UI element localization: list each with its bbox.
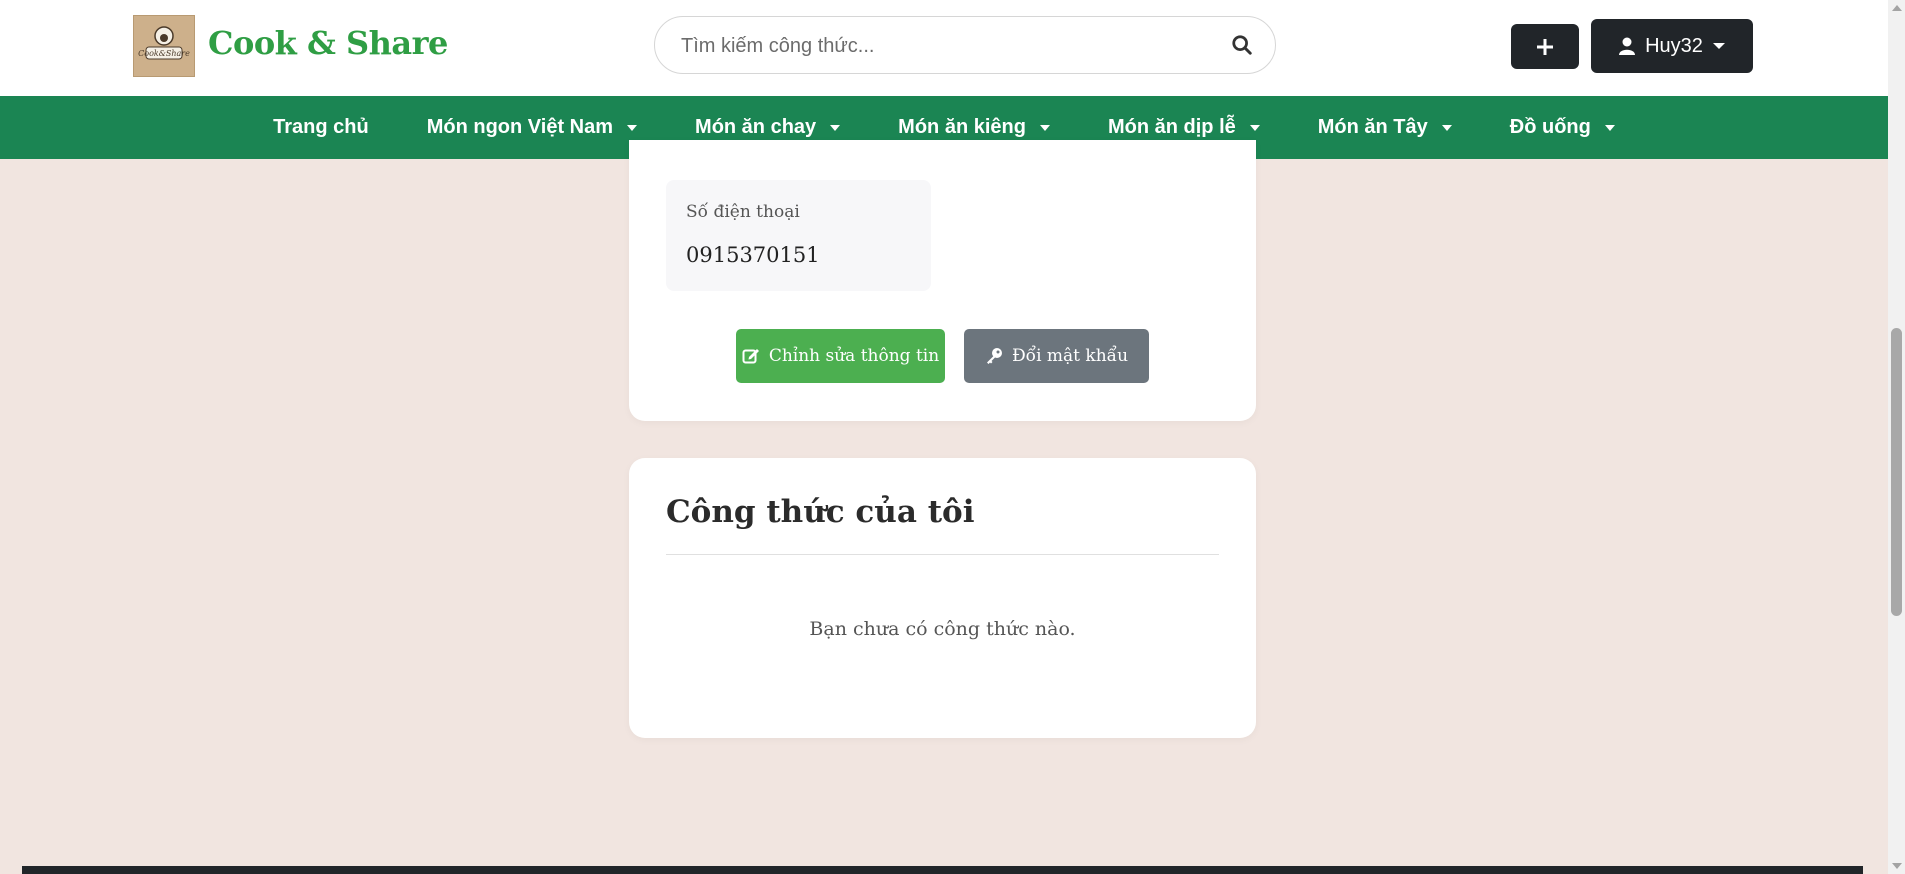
nav-item-vietnamese[interactable]: Món ngon Việt Nam bbox=[426, 116, 638, 139]
chevron-down-icon bbox=[1249, 124, 1260, 131]
user-icon bbox=[1619, 37, 1636, 55]
change-password-label: Đổi mật khẩu bbox=[1011, 346, 1129, 366]
footer bbox=[22, 866, 1863, 874]
nav-item-label: Đồ uống bbox=[1509, 116, 1591, 138]
chevron-down-icon bbox=[1039, 124, 1050, 131]
nav-item-western[interactable]: Món ăn Tây bbox=[1318, 116, 1452, 139]
phone-value: 0915370151 bbox=[686, 243, 820, 267]
nav-item-vegetarian[interactable]: Món ăn chay bbox=[695, 116, 841, 139]
phone-label: Số điện thoại bbox=[686, 202, 800, 222]
user-menu-button[interactable]: Huy32 bbox=[1591, 19, 1753, 73]
scroll-down-arrow-icon[interactable] bbox=[1892, 863, 1902, 869]
nav-item-label: Món ăn dịp lễ bbox=[1107, 116, 1236, 138]
search-icon[interactable] bbox=[1231, 34, 1253, 56]
plus-icon bbox=[1537, 38, 1553, 55]
empty-recipes-message: Bạn chưa có công thức nào. bbox=[809, 618, 1076, 640]
chef-logo-icon: Cook&Share bbox=[138, 26, 190, 60]
logo[interactable]: Cook&Share bbox=[133, 15, 195, 77]
divider bbox=[666, 554, 1219, 555]
nav-item-home[interactable]: Trang chủ bbox=[273, 116, 369, 139]
page-scrollbar[interactable] bbox=[1888, 0, 1905, 874]
chevron-down-icon bbox=[1441, 124, 1452, 131]
key-icon bbox=[986, 348, 1002, 364]
my-recipes-title: Công thức của tôi bbox=[666, 494, 975, 530]
nav-item-holiday[interactable]: Món ăn dịp lễ bbox=[1108, 116, 1260, 139]
profile-card: Số điện thoại 0915370151 Chỉnh sửa thông… bbox=[629, 140, 1256, 421]
username: Huy32 bbox=[1645, 34, 1703, 57]
nav-item-drinks[interactable]: Đồ uống bbox=[1510, 116, 1615, 139]
nav-item-label: Trang chủ bbox=[273, 116, 369, 138]
edit-icon bbox=[742, 349, 759, 364]
add-recipe-button[interactable] bbox=[1511, 24, 1579, 69]
chevron-down-icon bbox=[830, 124, 841, 131]
edit-profile-button[interactable]: Chỉnh sửa thông tin bbox=[736, 329, 945, 383]
header: Cook&Share Cook & Share Huy32 bbox=[0, 0, 1888, 96]
change-password-button[interactable]: Đổi mật khẩu bbox=[964, 329, 1149, 383]
chevron-down-icon bbox=[627, 124, 638, 131]
nav-item-label: Món ăn chay bbox=[695, 116, 817, 138]
nav-item-label: Món ngon Việt Nam bbox=[426, 116, 614, 138]
nav-item-label: Món ăn kiêng bbox=[898, 116, 1026, 138]
phone-info-box: Số điện thoại 0915370151 bbox=[666, 180, 931, 291]
chevron-down-icon bbox=[1712, 43, 1725, 49]
my-recipes-card: Công thức của tôi Bạn chưa có công thức … bbox=[629, 458, 1256, 738]
edit-profile-label: Chỉnh sửa thông tin bbox=[768, 346, 940, 366]
search-bar bbox=[654, 16, 1276, 75]
search-input[interactable] bbox=[679, 17, 1203, 75]
logo-text: Cook&Share bbox=[138, 49, 190, 58]
nav-item-label: Món ăn Tây bbox=[1317, 116, 1428, 138]
brand-name[interactable]: Cook & Share bbox=[208, 24, 448, 62]
scrollbar-thumb[interactable] bbox=[1891, 328, 1902, 616]
scroll-up-arrow-icon[interactable] bbox=[1892, 5, 1902, 11]
nav-item-diet[interactable]: Món ăn kiêng bbox=[898, 116, 1050, 139]
chevron-down-icon bbox=[1604, 124, 1615, 131]
